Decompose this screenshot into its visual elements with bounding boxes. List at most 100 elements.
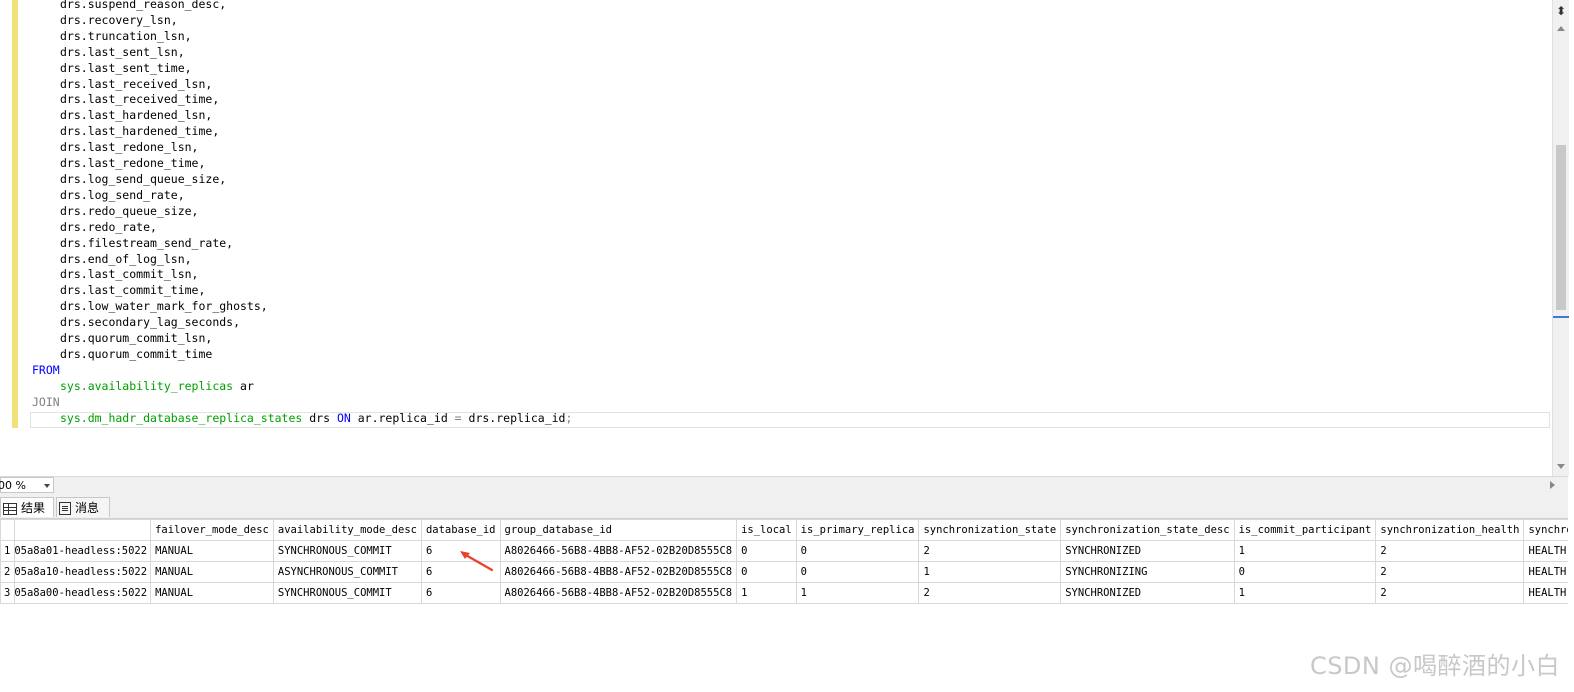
column-header[interactable] [14,519,152,541]
table-cell[interactable]: MANUAL [150,561,274,583]
tab-results[interactable]: 结果 [0,497,54,517]
code-line[interactable]: drs.quorum_commit_lsn, [32,331,572,347]
code-line[interactable]: drs.end_of_log_lsn, [32,252,572,268]
code-line[interactable]: sys.dm_hadr_database_replica_states drs … [32,411,572,427]
table-cell[interactable]: SYNCHRONOUS_COMMIT [272,540,422,562]
code-line[interactable]: drs.truncation_lsn, [32,29,572,45]
code-line[interactable]: drs.log_send_queue_size, [32,172,572,188]
table-cell[interactable]: 05a8a01-headless:5022 [14,540,152,562]
query-editor[interactable]: drs.suspend_reason_desc, drs.recovery_lsn… [0,0,1552,476]
code-line[interactable]: drs.redo_queue_size, [32,204,572,220]
code-token: FROM [32,362,60,377]
scroll-right-icon[interactable] [1550,481,1555,489]
code-line[interactable]: drs.last_sent_lsn, [32,45,572,61]
column-header[interactable]: synchronization_state_desc [1060,519,1235,541]
sql-code[interactable]: drs.suspend_reason_desc, drs.recovery_lsn… [32,0,572,426]
code-line[interactable]: drs.last_hardened_lsn, [32,108,572,124]
table-cell[interactable]: 1 [795,582,920,604]
column-header[interactable] [0,519,16,541]
table-row[interactable]: 3 05a8a00-headless:5022 MANUAL SYNCHRONOUS_… [0,582,1568,604]
column-header[interactable]: synchronization_state [918,519,1062,541]
column-header[interactable]: group_database_id [499,519,738,541]
table-cell[interactable]: 1 [1233,540,1377,562]
table-cell[interactable]: HEALTH [1523,582,1568,604]
table-cell[interactable]: 2 [918,540,1062,562]
column-header[interactable]: availability_mode_desc [272,519,422,541]
table-cell[interactable]: A8026466-56B8-4BB8-AF52-02B20D8555C8 [499,540,738,562]
code-token: drs.recovery_lsn, [60,12,178,27]
table-cell[interactable]: ASYNCHRONOUS_COMMIT [272,561,422,583]
scroll-up-icon[interactable] [1557,26,1565,31]
code-line[interactable]: drs.last_sent_time, [32,61,572,77]
code-line[interactable]: drs.last_received_lsn, [32,77,572,93]
split-window-icon[interactable]: ⬍ [1555,4,1567,18]
table-cell[interactable]: SYNCHRONOUS_COMMIT [272,582,422,604]
column-header[interactable]: is_primary_replica [795,519,920,541]
code-line[interactable]: drs.last_commit_time, [32,283,572,299]
table-cell[interactable]: 2 [1375,561,1525,583]
results-grid[interactable]: failover_mode_desc availability_mode_desc… [0,519,1568,604]
code-line[interactable]: drs.last_redone_time, [32,156,572,172]
code-token: drs.log_send_queue_size, [60,171,227,186]
row-number[interactable]: 1 [0,540,16,562]
table-cell[interactable]: 0 [1233,561,1377,583]
table-cell[interactable]: SYNCHRONIZED [1060,582,1235,604]
table-cell[interactable]: HEALTH [1523,561,1568,583]
table-cell[interactable]: 0 [736,561,797,583]
table-cell[interactable]: 2 [1375,540,1525,562]
zoom-dropdown[interactable]: 00 % [0,477,54,493]
row-number[interactable]: 2 [0,561,16,583]
table-cell[interactable]: HEALTH [1523,540,1568,562]
code-line[interactable]: drs.quorum_commit_time [32,347,572,363]
code-line[interactable]: drs.secondary_lag_seconds, [32,315,572,331]
table-cell[interactable]: 0 [736,540,797,562]
table-cell[interactable]: SYNCHRONIZING [1060,561,1235,583]
table-cell[interactable]: A8026466-56B8-4BB8-AF52-02B20D8555C8 [499,561,738,583]
table-cell[interactable]: MANUAL [150,582,274,604]
table-cell[interactable]: 1 [736,582,797,604]
table-cell[interactable]: 1 [1233,582,1377,604]
column-header[interactable]: synchronization_health [1375,519,1525,541]
code-token: JOIN [32,394,60,409]
table-cell[interactable]: A8026466-56B8-4BB8-AF52-02B20D8555C8 [499,582,738,604]
table-row[interactable]: 2 05a8a10-headless:5022 MANUAL ASYNCHRONOUS… [0,561,1568,583]
code-token: ar [233,378,254,393]
table-cell[interactable]: 6 [420,582,501,604]
column-header[interactable]: database_id [420,519,501,541]
code-line[interactable]: drs.last_commit_lsn, [32,267,572,283]
table-cell[interactable]: 05a8a10-headless:5022 [14,561,152,583]
chevron-down-icon[interactable] [44,484,50,488]
table-cell[interactable]: 0 [795,561,920,583]
editor-vertical-scrollbar[interactable]: ⬍ [1552,0,1569,476]
code-line[interactable]: JOIN [32,395,572,411]
table-cell[interactable]: 2 [918,582,1062,604]
code-token: drs.last_hardened_lsn, [60,108,213,123]
code-line[interactable]: drs.filestream_send_rate, [32,236,572,252]
code-token: sys.availability_replicas [60,378,234,393]
code-line[interactable]: drs.suspend_reason_desc, [32,0,572,13]
code-line[interactable]: drs.last_received_time, [32,92,572,108]
code-line[interactable]: drs.low_water_mark_for_ghosts, [32,299,572,315]
code-line[interactable]: drs.last_hardened_time, [32,124,572,140]
scrollbar-thumb[interactable] [1556,145,1566,310]
table-cell[interactable]: 0 [795,540,920,562]
code-line[interactable]: drs.log_send_rate, [32,188,572,204]
code-line[interactable]: drs.redo_rate, [32,220,572,236]
column-header[interactable]: synchro [1523,519,1568,541]
column-header[interactable]: is_commit_participant [1233,519,1377,541]
tab-messages[interactable]: 消息 [56,497,110,517]
table-cell[interactable]: MANUAL [150,540,274,562]
table-row[interactable]: 1 05a8a01-headless:5022 MANUAL SYNCHRONOUS_… [0,540,1568,562]
code-line[interactable]: drs.recovery_lsn, [32,13,572,29]
column-header[interactable]: is_local [736,519,797,541]
code-line[interactable]: sys.availability_replicas ar [32,379,572,395]
table-cell[interactable]: 05a8a00-headless:5022 [14,582,152,604]
scroll-down-icon[interactable] [1557,464,1565,469]
code-line[interactable]: drs.last_redone_lsn, [32,140,572,156]
table-cell[interactable]: SYNCHRONIZED [1060,540,1235,562]
row-number[interactable]: 3 [0,582,16,604]
code-line[interactable]: FROM [32,363,572,379]
table-cell[interactable]: 1 [918,561,1062,583]
table-cell[interactable]: 2 [1375,582,1525,604]
column-header[interactable]: failover_mode_desc [150,519,274,541]
